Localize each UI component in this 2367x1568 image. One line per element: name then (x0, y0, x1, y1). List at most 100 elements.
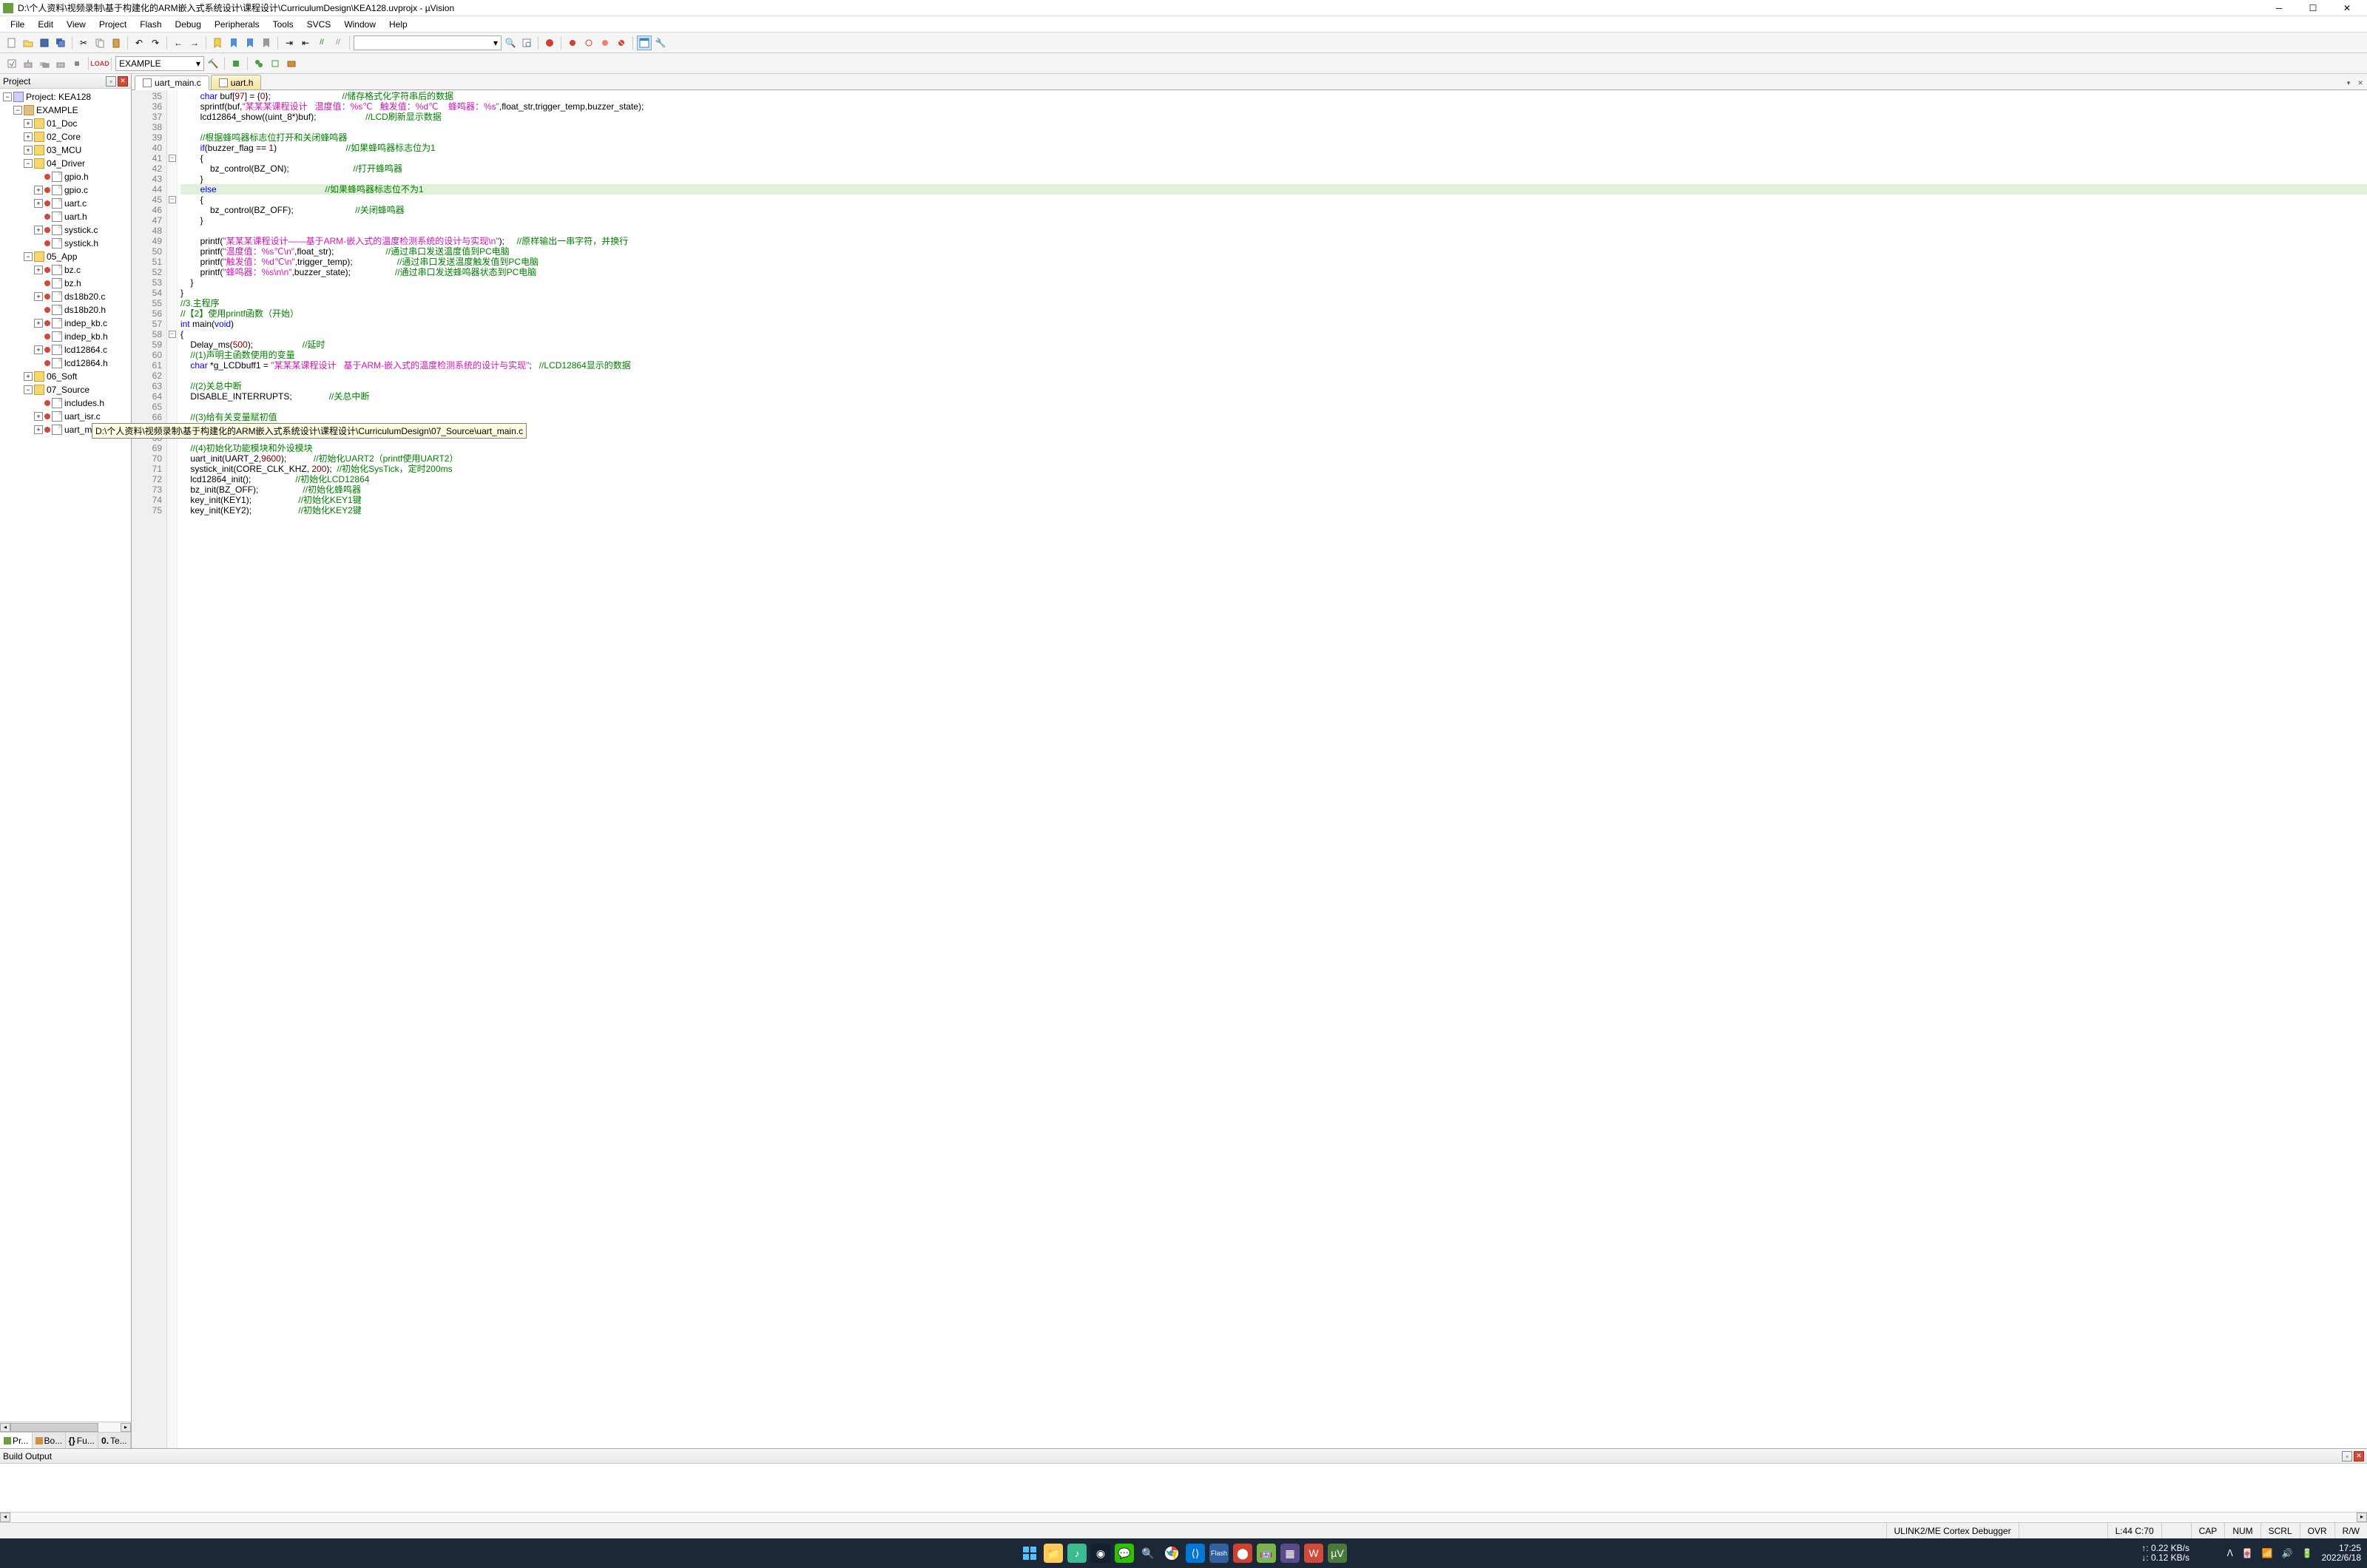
menu-debug[interactable]: Debug (169, 18, 207, 31)
copy-icon[interactable] (92, 36, 107, 50)
save-icon[interactable] (37, 36, 52, 50)
find-combo[interactable]: ▾ (354, 36, 502, 50)
menu-flash[interactable]: Flash (134, 18, 167, 31)
build-icon[interactable] (21, 56, 36, 71)
tree-item[interactable]: −05_App (0, 250, 131, 263)
close-button[interactable]: ✕ (2330, 0, 2364, 16)
breakpoint-disable-icon[interactable] (598, 36, 612, 50)
taskbar-steam-icon[interactable]: ◉ (1091, 1544, 1110, 1563)
download-icon[interactable]: LOAD (92, 56, 107, 71)
panel-tab-functions[interactable]: {}Fu... (66, 1433, 98, 1448)
tray-battery-icon[interactable]: 🔋 (2302, 1548, 2313, 1558)
debug-icon[interactable] (542, 36, 557, 50)
menu-tools[interactable]: Tools (267, 18, 300, 31)
taskbar-record-icon[interactable]: ⬤ (1233, 1544, 1252, 1563)
redo-icon[interactable]: ↷ (148, 36, 163, 50)
nav-fwd-icon[interactable]: → (187, 36, 202, 50)
taskbar-wechat-icon[interactable]: 💬 (1115, 1544, 1134, 1563)
nav-back-icon[interactable]: ← (171, 36, 186, 50)
system-tray[interactable]: ᐱ 🀄 📶 🔊 🔋 17:25 2022/6/18 (2227, 1544, 2361, 1563)
target-combo[interactable]: EXAMPLE▾ (115, 56, 204, 71)
tab-uart-main-c[interactable]: uart_main.c (135, 75, 209, 90)
tree-item[interactable]: −04_Driver (0, 157, 131, 170)
tree-item[interactable]: gpio.h (0, 170, 131, 183)
bookmark-clear-icon[interactable] (259, 36, 274, 50)
tree-item[interactable]: +lcd12864.c (0, 343, 131, 356)
panel-close-icon[interactable]: ✕ (118, 76, 128, 87)
taskbar-flash-icon[interactable]: Flash (1209, 1544, 1229, 1563)
tab-dropdown-icon[interactable]: ▾ (2343, 78, 2354, 88)
taskbar-wps-icon[interactable]: W (1304, 1544, 1323, 1563)
uncomment-icon[interactable]: // (331, 36, 345, 50)
tree-item[interactable]: ds18b20.h (0, 303, 131, 317)
tree-item[interactable]: systick.h (0, 237, 131, 250)
tree-item[interactable]: +ds18b20.c (0, 290, 131, 303)
taskbar-explorer-icon[interactable]: 📁 (1044, 1544, 1063, 1563)
panel-tab-books[interactable]: Bo... (33, 1433, 65, 1448)
tree-item[interactable]: bz.h (0, 277, 131, 290)
tree-item[interactable]: uart.h (0, 210, 131, 223)
tree-item[interactable]: −07_Source (0, 383, 131, 396)
tab-close-icon[interactable]: ✕ (2355, 78, 2366, 88)
taskbar-uvision-icon[interactable]: µV (1328, 1544, 1347, 1563)
tree-item[interactable]: −Project: KEA128 (0, 90, 131, 104)
tray-volume-icon[interactable]: 🔊 (2282, 1548, 2293, 1558)
tray-chevron-icon[interactable]: ᐱ (2227, 1548, 2233, 1558)
project-tree[interactable]: −Project: KEA128−EXAMPLE+01_Doc+02_Core+… (0, 89, 131, 1422)
breakpoint-insert-icon[interactable] (565, 36, 580, 50)
tree-item[interactable]: +01_Doc (0, 117, 131, 130)
build-output-close-icon[interactable]: ✕ (2354, 1451, 2364, 1461)
open-file-icon[interactable] (21, 36, 36, 50)
build-output-hscroll[interactable]: ◂ ▸ (0, 1512, 2367, 1522)
taskbar-android-icon[interactable]: 🤖 (1257, 1544, 1276, 1563)
tray-language-icon[interactable]: 🀄 (2242, 1548, 2253, 1558)
menu-file[interactable]: File (4, 18, 30, 31)
comment-icon[interactable]: // (314, 36, 329, 50)
minimize-button[interactable]: ─ (2262, 0, 2296, 16)
batch-build-icon[interactable] (53, 56, 68, 71)
undo-icon[interactable]: ↶ (132, 36, 146, 50)
indent-icon[interactable]: ⇥ (282, 36, 297, 50)
code-editor[interactable]: 3536373839404142434445464748495051525354… (132, 90, 2367, 1448)
manage-rtenv-icon[interactable] (229, 56, 243, 71)
find-icon[interactable]: 🔍 (503, 36, 518, 50)
bookmark-icon[interactable] (210, 36, 225, 50)
tree-item[interactable]: +gpio.c (0, 183, 131, 197)
taskbar-search-icon[interactable]: 🔍 (1138, 1544, 1158, 1563)
paste-icon[interactable] (109, 36, 124, 50)
menu-peripherals[interactable]: Peripherals (209, 18, 266, 31)
tree-item[interactable]: +uart.c (0, 197, 131, 210)
breakpoint-kill-icon[interactable] (614, 36, 629, 50)
taskbar-vscode-icon[interactable]: ⟨⟩ (1186, 1544, 1205, 1563)
outdent-icon[interactable]: ⇤ (298, 36, 313, 50)
taskbar-music-icon[interactable]: ♪ (1067, 1544, 1087, 1563)
tray-wifi-icon[interactable]: 📶 (2262, 1548, 2273, 1558)
panel-tab-project[interactable]: Pr... (0, 1433, 33, 1448)
tree-item[interactable]: lcd12864.h (0, 356, 131, 370)
build-output-body[interactable] (0, 1464, 2367, 1512)
manage-books-icon[interactable] (251, 56, 266, 71)
menu-edit[interactable]: Edit (32, 18, 59, 31)
menu-svcs[interactable]: SVCS (301, 18, 337, 31)
configure-icon[interactable]: 🔧 (653, 36, 668, 50)
bookmark-next-icon[interactable] (243, 36, 257, 50)
tree-item[interactable]: +uart_isr.c (0, 410, 131, 423)
find-in-files-icon[interactable] (519, 36, 534, 50)
tree-item[interactable]: indep_kb.h (0, 330, 131, 343)
new-file-icon[interactable] (4, 36, 19, 50)
tree-item[interactable]: +indep_kb.c (0, 317, 131, 330)
stop-build-icon[interactable] (70, 56, 84, 71)
taskbar-chrome-icon[interactable] (1162, 1544, 1181, 1563)
save-all-icon[interactable] (53, 36, 68, 50)
tree-item[interactable]: +bz.c (0, 263, 131, 277)
target-options-icon[interactable]: 🔨 (206, 56, 220, 71)
tree-item[interactable]: +systick.c (0, 223, 131, 237)
breakpoint-enable-icon[interactable] (581, 36, 596, 50)
tree-item[interactable]: +02_Core (0, 130, 131, 143)
menu-project[interactable]: Project (93, 18, 132, 31)
rebuild-icon[interactable] (37, 56, 52, 71)
taskbar-app1-icon[interactable]: ▦ (1280, 1544, 1300, 1563)
tray-clock[interactable]: 17:25 2022/6/18 (2322, 1544, 2361, 1563)
tree-item[interactable]: +06_Soft (0, 370, 131, 383)
pack-installer-icon[interactable] (284, 56, 299, 71)
